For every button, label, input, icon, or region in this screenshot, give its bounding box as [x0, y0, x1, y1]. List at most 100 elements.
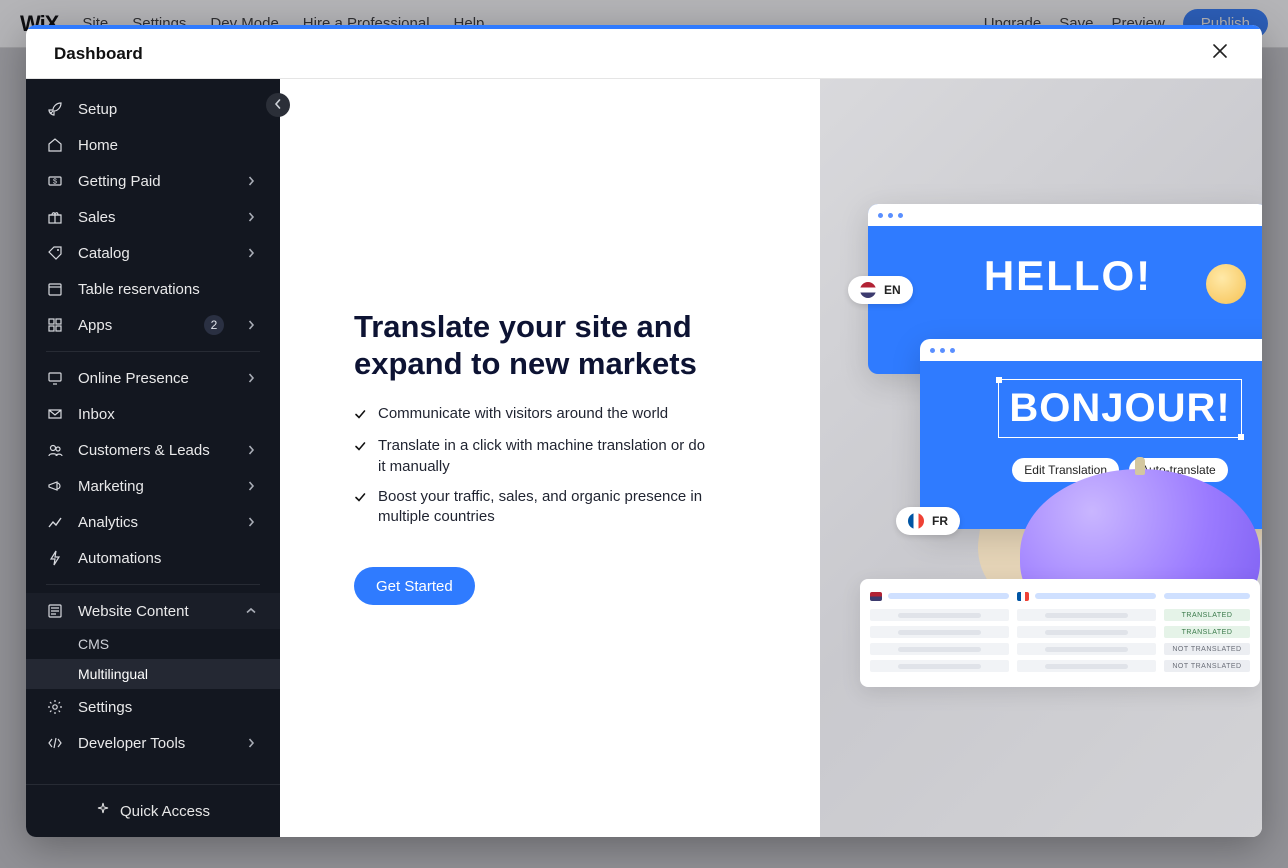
sidebar-item-sales[interactable]: Sales [26, 199, 280, 235]
sidebar-item-customers[interactable]: Customers & Leads [26, 432, 280, 468]
sidebar-item-label: Apps [78, 317, 190, 334]
bullet-item: Translate in a click with machine transl… [354, 436, 714, 477]
users-icon [46, 441, 64, 459]
chevron-up-icon [246, 603, 260, 620]
lang-chip-fr: FR [896, 507, 960, 535]
lang-chip-en: EN [848, 276, 913, 304]
chevron-right-icon [246, 442, 260, 459]
sidebar-item-home[interactable]: Home [26, 127, 280, 163]
sidebar-item-table-reservations[interactable]: Table reservations [26, 271, 280, 307]
lang-code: FR [932, 514, 948, 528]
status-tag: NOT TRANSLATED [1164, 643, 1250, 655]
svg-text:$: $ [53, 179, 57, 186]
inbox-icon [46, 405, 64, 423]
chevron-right-icon [246, 245, 260, 262]
flag-fr-icon [908, 513, 924, 529]
dashboard-modal: Dashboard Setup Home [26, 25, 1262, 837]
chevron-right-icon [246, 514, 260, 531]
cta-label: Get Started [376, 578, 453, 595]
lang-code: EN [884, 283, 901, 297]
bullet-item: Boost your traffic, sales, and organic p… [354, 487, 714, 528]
gear-icon [46, 698, 64, 716]
modal-title: Dashboard [54, 44, 143, 64]
monitor-icon [46, 369, 64, 387]
bullet-text: Translate in a click with machine transl… [378, 436, 714, 477]
flag-fr-icon [1017, 592, 1029, 601]
bullet-text: Communicate with visitors around the wor… [378, 404, 668, 424]
get-started-button[interactable]: Get Started [354, 567, 475, 605]
bullet-text: Boost your traffic, sales, and organic p… [378, 487, 714, 528]
sidebar-item-label: Automations [78, 550, 260, 567]
bonjour-text: BONJOUR! [998, 379, 1241, 438]
sidebar-item-getting-paid[interactable]: $ Getting Paid [26, 163, 280, 199]
sidebar-item-label: Settings [78, 699, 260, 716]
sidebar-item-automations[interactable]: Automations [26, 540, 280, 576]
check-icon [354, 406, 366, 426]
sidebar-item-label: Customers & Leads [78, 442, 232, 459]
feature-bullets: Communicate with visitors around the wor… [354, 404, 764, 537]
apps-icon [46, 316, 64, 334]
check-icon [354, 489, 366, 509]
status-tag: NOT TRANSLATED [1164, 660, 1250, 672]
bolt-icon [46, 549, 64, 567]
chevron-right-icon [246, 370, 260, 387]
sidebar-subitem-label: Multilingual [78, 666, 148, 682]
content-left: Translate your site and expand to new ma… [280, 79, 820, 837]
chevron-right-icon [246, 478, 260, 495]
sidebar-item-label: Sales [78, 209, 232, 226]
sidebar-item-setup[interactable]: Setup [26, 91, 280, 127]
chevron-right-icon [246, 173, 260, 190]
money-icon: $ [46, 172, 64, 190]
collapse-sidebar-button[interactable] [266, 93, 290, 117]
flag-us-icon [860, 282, 876, 298]
sidebar-item-label: Home [78, 137, 260, 154]
status-tag: TRANSLATED [1164, 626, 1250, 638]
sidebar-item-label: Setup [78, 101, 260, 118]
sidebar-item-label: Website Content [78, 603, 232, 620]
sidebar-subitem-label: CMS [78, 636, 109, 652]
sidebar-item-label: Analytics [78, 514, 232, 531]
rocket-icon [46, 100, 64, 118]
chevron-left-icon [273, 96, 283, 114]
promo-translation-table: TRANSLATED TRANSLATED NOT TRANSLATED NOT… [860, 579, 1260, 687]
chevron-right-icon [246, 209, 260, 226]
sidebar-item-apps[interactable]: Apps 2 [26, 307, 280, 343]
sidebar-subitem-cms[interactable]: CMS [26, 629, 280, 659]
apps-badge: 2 [204, 315, 224, 335]
sidebar-item-label: Getting Paid [78, 173, 232, 190]
sidebar-item-label: Inbox [78, 406, 260, 423]
chevron-right-icon [246, 317, 260, 334]
code-icon [46, 734, 64, 752]
modal-header: Dashboard [26, 29, 1262, 79]
chart-icon [46, 513, 64, 531]
menu-icon: ☰ [1244, 205, 1258, 225]
promo-illustration: ☰ HELLO! BONJOUR! Edit Translation Auto-… [820, 79, 1262, 837]
flag-us-icon [870, 592, 882, 601]
sidebar-subitem-multilingual[interactable]: Multilingual [26, 659, 280, 689]
sidebar-item-marketing[interactable]: Marketing [26, 468, 280, 504]
sidebar-item-website-content[interactable]: Website Content [26, 593, 280, 629]
sidebar-item-label: Catalog [78, 245, 232, 262]
megaphone-icon [46, 477, 64, 495]
sidebar-item-label: Table reservations [78, 281, 260, 298]
sidebar: Setup Home $ Getting Paid Sales [26, 79, 280, 837]
hello-text: HELLO! [868, 226, 1262, 334]
sidebar-item-label: Online Presence [78, 370, 232, 387]
home-icon [46, 136, 64, 154]
close-button[interactable] [1206, 40, 1234, 68]
status-tag: TRANSLATED [1164, 609, 1250, 621]
quick-access-button[interactable]: Quick Access [26, 785, 280, 837]
sidebar-item-settings[interactable]: Settings [26, 689, 280, 725]
sidebar-item-online-presence[interactable]: Online Presence [26, 360, 280, 396]
bullet-item: Communicate with visitors around the wor… [354, 404, 714, 426]
decor-orb [1206, 264, 1246, 304]
calendar-icon [46, 280, 64, 298]
main-content: Translate your site and expand to new ma… [280, 79, 1262, 837]
gift-icon [46, 208, 64, 226]
sidebar-item-label: Developer Tools [78, 735, 232, 752]
sidebar-item-catalog[interactable]: Catalog [26, 235, 280, 271]
content-icon [46, 602, 64, 620]
sidebar-item-developer-tools[interactable]: Developer Tools [26, 725, 280, 761]
sidebar-item-analytics[interactable]: Analytics [26, 504, 280, 540]
sidebar-item-inbox[interactable]: Inbox [26, 396, 280, 432]
